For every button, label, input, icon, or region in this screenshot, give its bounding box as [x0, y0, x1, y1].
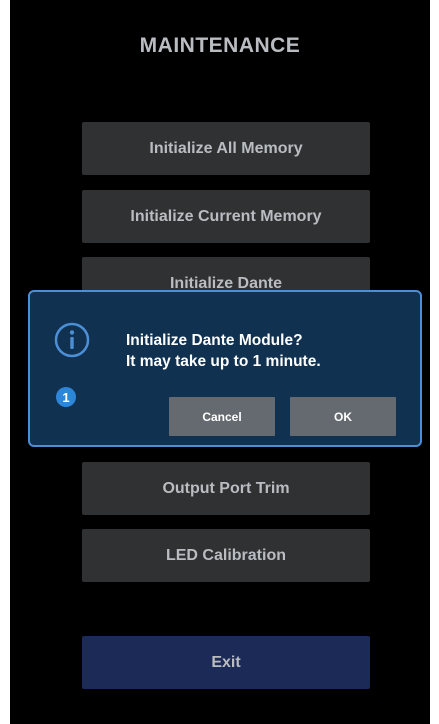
- step-badge: 1: [56, 387, 76, 407]
- confirm-dialog: 1 Initialize Dante Module? It may take u…: [28, 290, 422, 447]
- led-calibration-button[interactable]: LED Calibration: [82, 529, 370, 582]
- dialog-message-line1: Initialize Dante Module?: [126, 332, 303, 349]
- maintenance-screen: MAINTENANCE Initialize All Memory Initia…: [10, 0, 430, 724]
- cancel-button[interactable]: Cancel: [169, 397, 275, 436]
- initialize-all-memory-button[interactable]: Initialize All Memory: [82, 122, 370, 175]
- info-icon: [54, 322, 90, 358]
- ok-button[interactable]: OK: [290, 397, 396, 436]
- page-title: MAINTENANCE: [139, 34, 301, 57]
- exit-button[interactable]: Exit: [82, 636, 370, 689]
- dialog-message-line2: It may take up to 1 minute.: [126, 353, 321, 370]
- output-port-trim-button[interactable]: Output Port Trim: [82, 462, 370, 515]
- initialize-current-memory-button[interactable]: Initialize Current Memory: [82, 190, 370, 243]
